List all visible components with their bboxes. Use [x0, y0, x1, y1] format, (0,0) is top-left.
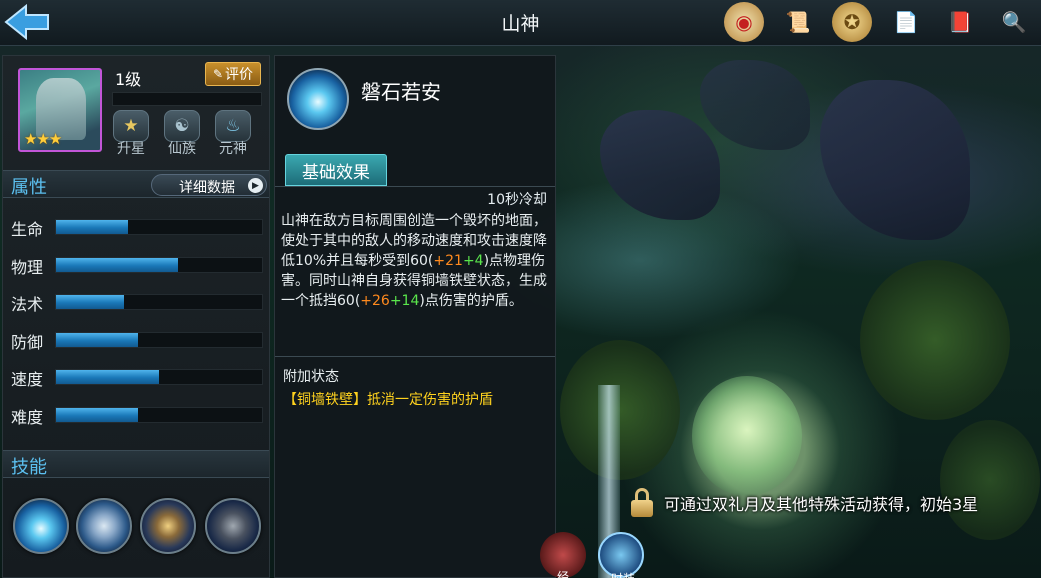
bottom-tab-label: 时装 [600, 570, 646, 578]
desc-bonus-orange: +26 [360, 293, 390, 309]
attribute-bar-fill [56, 332, 139, 347]
badge-label: 升星 [117, 141, 145, 157]
badge-star-up[interactable]: ★ 升星 [109, 110, 153, 158]
attribute-label: 生命 [11, 220, 44, 239]
skill-3-icon[interactable] [140, 498, 196, 554]
attribute-row: 法术 [11, 291, 267, 314]
hero-level: 1级 [115, 70, 142, 89]
scene-foliage [940, 420, 1040, 540]
page-title: 山神 [501, 13, 540, 35]
skill-description: 山神在敌方目标周围创造一个毁坏的地面，使处于其中的敌人的移动速度和攻击速度降低1… [281, 211, 553, 311]
star-rating: ★★★ [24, 130, 62, 148]
skills-header: 技能 [3, 450, 269, 478]
bottom-tab-fashion[interactable]: 时装 [598, 532, 644, 578]
attribute-label: 难度 [11, 408, 44, 427]
selected-skill-icon [287, 68, 349, 130]
edit-icon: ✎ [212, 67, 224, 81]
fairy-orb [692, 376, 802, 496]
desc-text: )点伤害的护盾。 [419, 293, 523, 309]
play-arrow-icon: ▶ [248, 178, 263, 193]
detail-data-button[interactable]: 详细数据 ▶ [151, 174, 267, 196]
badge-label: 仙族 [168, 141, 196, 157]
attribute-bar [55, 256, 263, 273]
hero-portrait[interactable]: ★★★ [18, 68, 102, 152]
attributes-header: 属性 详细数据 ▶ [3, 170, 269, 198]
skills-title: 技能 [11, 457, 47, 478]
skill-2-icon[interactable] [76, 498, 132, 554]
attribute-bar [55, 331, 263, 348]
bottom-tab-label: 经 [556, 570, 569, 578]
medal-icon[interactable]: ✪ [832, 2, 872, 42]
rate-label: 评价 [225, 67, 254, 83]
section-divider [275, 356, 555, 357]
skill-cooldown: 10秒冷却 [487, 192, 547, 208]
skill-4-icon[interactable] [205, 498, 261, 554]
attribute-row: 生命 [11, 216, 267, 239]
attribute-bar-fill [56, 370, 159, 385]
badge-label: 元神 [219, 141, 247, 157]
unlock-hint: 可通过双礼月及其他特殊活动获得，初始3星 [630, 486, 978, 520]
scene-foliage [560, 340, 680, 480]
extra-status-title: 附加状态 [283, 369, 339, 385]
attribute-label: 法术 [11, 295, 44, 315]
desc-bonus-green: +14 [389, 293, 420, 309]
attribute-row: 物理 [11, 254, 267, 277]
scene-rock [700, 60, 810, 150]
scene-rock [600, 110, 720, 220]
attribute-row: 防御 [11, 329, 267, 352]
notice-icon[interactable]: 📄 [886, 2, 926, 42]
extra-status-text: 【铜墙铁壁】抵消一定伤害的护盾 [283, 392, 493, 408]
scene-foliage [860, 260, 1010, 420]
badge-spirit[interactable]: ♨ 元神 [211, 110, 255, 158]
attribute-bar-fill [56, 408, 139, 422]
unlock-text: 可通过双礼月及其他特殊活动获得，初始3星 [664, 495, 979, 514]
attribute-row: 难度 [11, 404, 267, 427]
top-bar: 山神 ◉ 📜 ✪ 📄 📕 🔍 [0, 0, 1041, 46]
attribute-bar [55, 407, 263, 423]
detail-data-label: 详细数据 [179, 180, 235, 196]
book-icon[interactable]: 📕 [940, 2, 980, 42]
attribute-bar-fill [56, 257, 178, 272]
hero-info-panel: ★★★ 1级 ✎ 评价 ★ 升星 ☯ 仙族 ♨ 元神 属性 详细数据 ▶ 生命物… [2, 55, 270, 578]
attributes-title: 属性 [11, 177, 47, 198]
lock-icon [630, 488, 654, 518]
magnifier-icon[interactable]: 🔍 [994, 2, 1034, 42]
attribute-label: 速度 [11, 370, 44, 390]
scene-rock [820, 80, 970, 240]
desc-bonus-green: +4 [462, 253, 484, 269]
attribute-label: 防御 [11, 332, 44, 352]
desc-bonus-orange: +21 [433, 253, 463, 269]
attribute-label: 物理 [11, 257, 44, 277]
attribute-bar [55, 294, 263, 311]
tab-divider [275, 186, 555, 187]
attribute-bar-fill [56, 295, 124, 310]
badge-clan[interactable]: ☯ 仙族 [160, 110, 204, 158]
scroll-icon[interactable]: 📜 [778, 2, 818, 42]
attribute-bar [55, 369, 263, 386]
event-icon[interactable]: ◉ [724, 2, 764, 42]
attribute-bar-fill [56, 220, 129, 234]
skill-name: 磐石若安 [361, 80, 441, 104]
rate-button[interactable]: ✎ 评价 [205, 62, 261, 86]
skill-detail-panel: 磐石若安 基础效果 10秒冷却 山神在敌方目标周围创造一个毁坏的地面，使处于其中… [274, 55, 556, 578]
bottom-tab-mask[interactable]: 经 [540, 532, 586, 578]
exp-bar [112, 92, 262, 106]
attribute-row: 速度 [11, 366, 267, 389]
skill-1-icon[interactable] [13, 498, 69, 554]
tab-basic-effect[interactable]: 基础效果 [285, 154, 387, 186]
attribute-bar [55, 219, 263, 235]
